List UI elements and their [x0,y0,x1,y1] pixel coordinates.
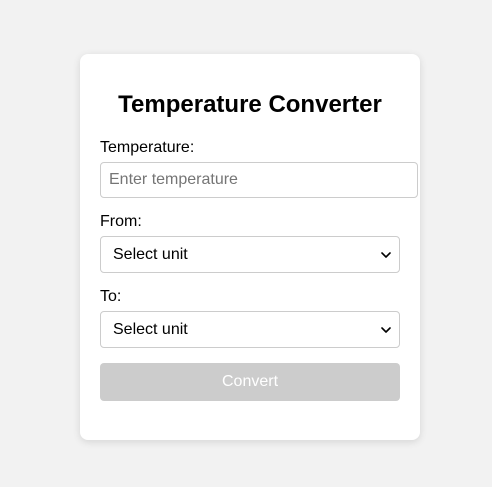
from-unit-selected-value: Select unit [113,246,188,263]
converter-card: Temperature Converter Temperature: From:… [80,54,420,440]
convert-button[interactable]: Convert [100,363,400,401]
chevron-down-icon [381,252,391,258]
to-label: To: [100,288,122,305]
page-title: Temperature Converter [118,91,382,118]
temperature-label: Temperature: [100,139,195,156]
from-unit-select[interactable]: Select unit [100,236,400,273]
to-unit-selected-value: Select unit [113,321,188,338]
chevron-down-icon [381,327,391,333]
temperature-input[interactable] [100,162,418,198]
from-label: From: [100,213,142,230]
to-unit-select[interactable]: Select unit [100,311,400,348]
